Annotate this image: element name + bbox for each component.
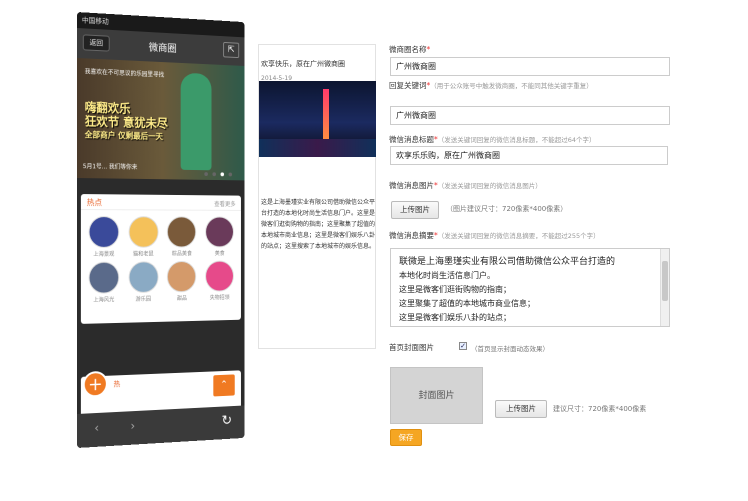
category-label: 游乐园 bbox=[135, 296, 152, 303]
msg-title-label: 微信消息标题*（发送关键词回复的微信消息标题，不能超过64个字） bbox=[389, 135, 596, 144]
summary-line: 联微是上海墨瑾实业有限公司借助微信公众平台打造的 bbox=[399, 257, 616, 267]
category-label: 粽品美食 bbox=[171, 251, 192, 258]
textarea-scrollbar[interactable] bbox=[660, 249, 669, 326]
banner-tagline: 我喜欢在不可思议的乐园里寻找 bbox=[84, 68, 165, 79]
summary-textarea[interactable]: 联微是上海墨瑾实业有限公司借助微信公众平台打造的 本地化时尚生活信息门户。这里是微… bbox=[390, 248, 670, 327]
summary-label: 微信消息摘要*（发送关键词回复的微信消息摘要，不能超过255个字） bbox=[389, 231, 600, 240]
banner-headline: 嗨翻欢乐 狂欢节 意犹未尽 全部商户 仅剩最后一天 bbox=[85, 100, 168, 144]
carousel-dots bbox=[204, 172, 233, 177]
browser-navbar: ‹ › ↻ bbox=[77, 405, 245, 448]
category-label: 失物招领 bbox=[209, 295, 230, 302]
article-image bbox=[259, 81, 376, 157]
keyword-field[interactable]: 广州微商圈 bbox=[390, 106, 670, 125]
category-image bbox=[128, 216, 159, 248]
upload-image-button[interactable]: 上传图片 bbox=[391, 201, 439, 219]
category-label: 上海景观 bbox=[93, 251, 115, 258]
category-item[interactable]: 美食 bbox=[202, 216, 238, 257]
carousel-dot-active[interactable] bbox=[220, 172, 225, 177]
summary-line: 这里聚集了超值的本地城市商业信息； bbox=[399, 299, 535, 308]
category-label: 猫和老鼠 bbox=[132, 251, 154, 258]
share-icon[interactable]: ⇱ bbox=[223, 41, 240, 59]
name-label: 微商圈名称* bbox=[389, 45, 431, 54]
summary-line: 这里是微客们娱乐八卦的站点； bbox=[399, 313, 511, 322]
hotspot-title: 热点 bbox=[86, 198, 103, 208]
nav-back-icon[interactable]: ‹ bbox=[94, 421, 99, 435]
category-image bbox=[88, 216, 120, 248]
chevron-up-icon[interactable]: ⌃ bbox=[213, 374, 235, 397]
summary-text: 联微是上海墨瑾实业有限公司借助微信公众平台打造的 本地化时尚生活信息门户。这里是微… bbox=[399, 255, 657, 326]
banner-figure bbox=[180, 72, 212, 171]
carousel-dot[interactable] bbox=[204, 172, 208, 177]
summary-line: 这里是微客们逛街购物的指南； bbox=[399, 285, 511, 294]
promo-banner[interactable]: 我喜欢在不可思议的乐园里寻找 嗨翻欢乐 狂欢节 意犹未尽 全部商户 仅剩最后一天… bbox=[77, 58, 245, 181]
keyword-label: 回复关键词*（用于公众账号中触发微商圈，不能同其他关键字重复） bbox=[389, 81, 593, 90]
category-item[interactable]: 粽品美食 bbox=[164, 216, 200, 257]
river-shape bbox=[259, 139, 376, 157]
summary-line: 本地化时尚生活信息门户。 bbox=[399, 271, 495, 280]
article-body: 这是上海墨瑾实业有限公司借助微信公众平台打造的本地化时尚生活信息门户。这里是微客… bbox=[261, 199, 376, 250]
summary-line: 这里搜索了本地城市的娱乐信息。 bbox=[399, 325, 657, 326]
category-label: 上海风光 bbox=[93, 297, 115, 304]
category-item[interactable]: 甜品 bbox=[164, 260, 200, 302]
second-card-title: 热 bbox=[113, 380, 121, 389]
category-item[interactable]: 猫和老鼠 bbox=[125, 216, 162, 258]
category-image bbox=[128, 261, 159, 294]
carousel-dot[interactable] bbox=[228, 172, 233, 177]
category-grid: 上海景观 猫和老鼠 粽品美食 美食上海风光 游乐园 甜品 失物招领 bbox=[81, 210, 241, 310]
msg-title-field[interactable]: 欢享乐乐购，原在广州微商圈 bbox=[390, 146, 668, 165]
category-image bbox=[205, 216, 234, 248]
phone-preview: 中国移动 返回 微商圈 ⇱ 我喜欢在不可思议的乐园里寻找 嗨翻欢乐 狂欢节 意犹… bbox=[77, 12, 245, 448]
carrier-text: 中国移动 bbox=[81, 16, 109, 26]
category-image bbox=[88, 261, 120, 294]
refresh-icon[interactable]: ↻ bbox=[222, 413, 232, 429]
category-image bbox=[205, 260, 234, 292]
category-item[interactable]: 上海风光 bbox=[85, 261, 123, 304]
hotspot-card: 热点 查看更多 上海景观 猫和老鼠 粽品美食 美食上海风光 游乐园 甜品 失物招领 bbox=[80, 194, 241, 324]
cover-size-hint: 建议尺寸：720像素*400像素 bbox=[553, 405, 647, 413]
article-title: 欢享快乐，原在广州微商圈 bbox=[261, 60, 345, 68]
banner-caption: 5月1号... 我们等你来 bbox=[82, 163, 138, 172]
scroll-thumb[interactable] bbox=[662, 261, 668, 301]
category-item[interactable]: 失物招领 bbox=[202, 260, 238, 302]
cover-effect-checkbox[interactable]: ✓ bbox=[459, 342, 467, 350]
article-preview: 欢享快乐，原在广州微商圈 2014-5-19 这是上海墨瑾实业有限公司借助微信公… bbox=[258, 44, 376, 349]
category-item[interactable]: 游乐园 bbox=[125, 261, 162, 303]
save-button[interactable]: 保存 bbox=[390, 429, 422, 446]
app-title: 微商圈 bbox=[148, 42, 177, 55]
upload-cover-button[interactable]: 上传图片 bbox=[495, 400, 547, 418]
category-label: 美食 bbox=[214, 251, 225, 257]
category-label: 甜品 bbox=[176, 295, 187, 302]
category-image bbox=[167, 216, 197, 248]
banner-line-3: 全部商户 仅剩最后一天 bbox=[84, 130, 164, 142]
cover-label: 首页封面图片 bbox=[389, 343, 434, 352]
hotspot-header: 热点 查看更多 bbox=[80, 194, 241, 211]
cover-image-placeholder: 封面图片 bbox=[390, 367, 483, 424]
cover-effect-hint: （首页显示封面动态效果） bbox=[471, 345, 549, 353]
carousel-dot[interactable] bbox=[212, 172, 217, 177]
category-image bbox=[167, 260, 197, 293]
nav-forward-icon[interactable]: › bbox=[131, 419, 136, 433]
upload-size-hint: （图片建议尺寸：720像素*400像素） bbox=[446, 205, 568, 213]
more-link[interactable]: 查看更多 bbox=[214, 199, 235, 208]
name-field[interactable]: 广州微商圈 bbox=[390, 57, 670, 76]
category-item[interactable]: 上海景观 bbox=[85, 216, 123, 258]
msg-image-label: 微信消息图片*（发送关键词回复的微信消息图片） bbox=[389, 181, 542, 190]
